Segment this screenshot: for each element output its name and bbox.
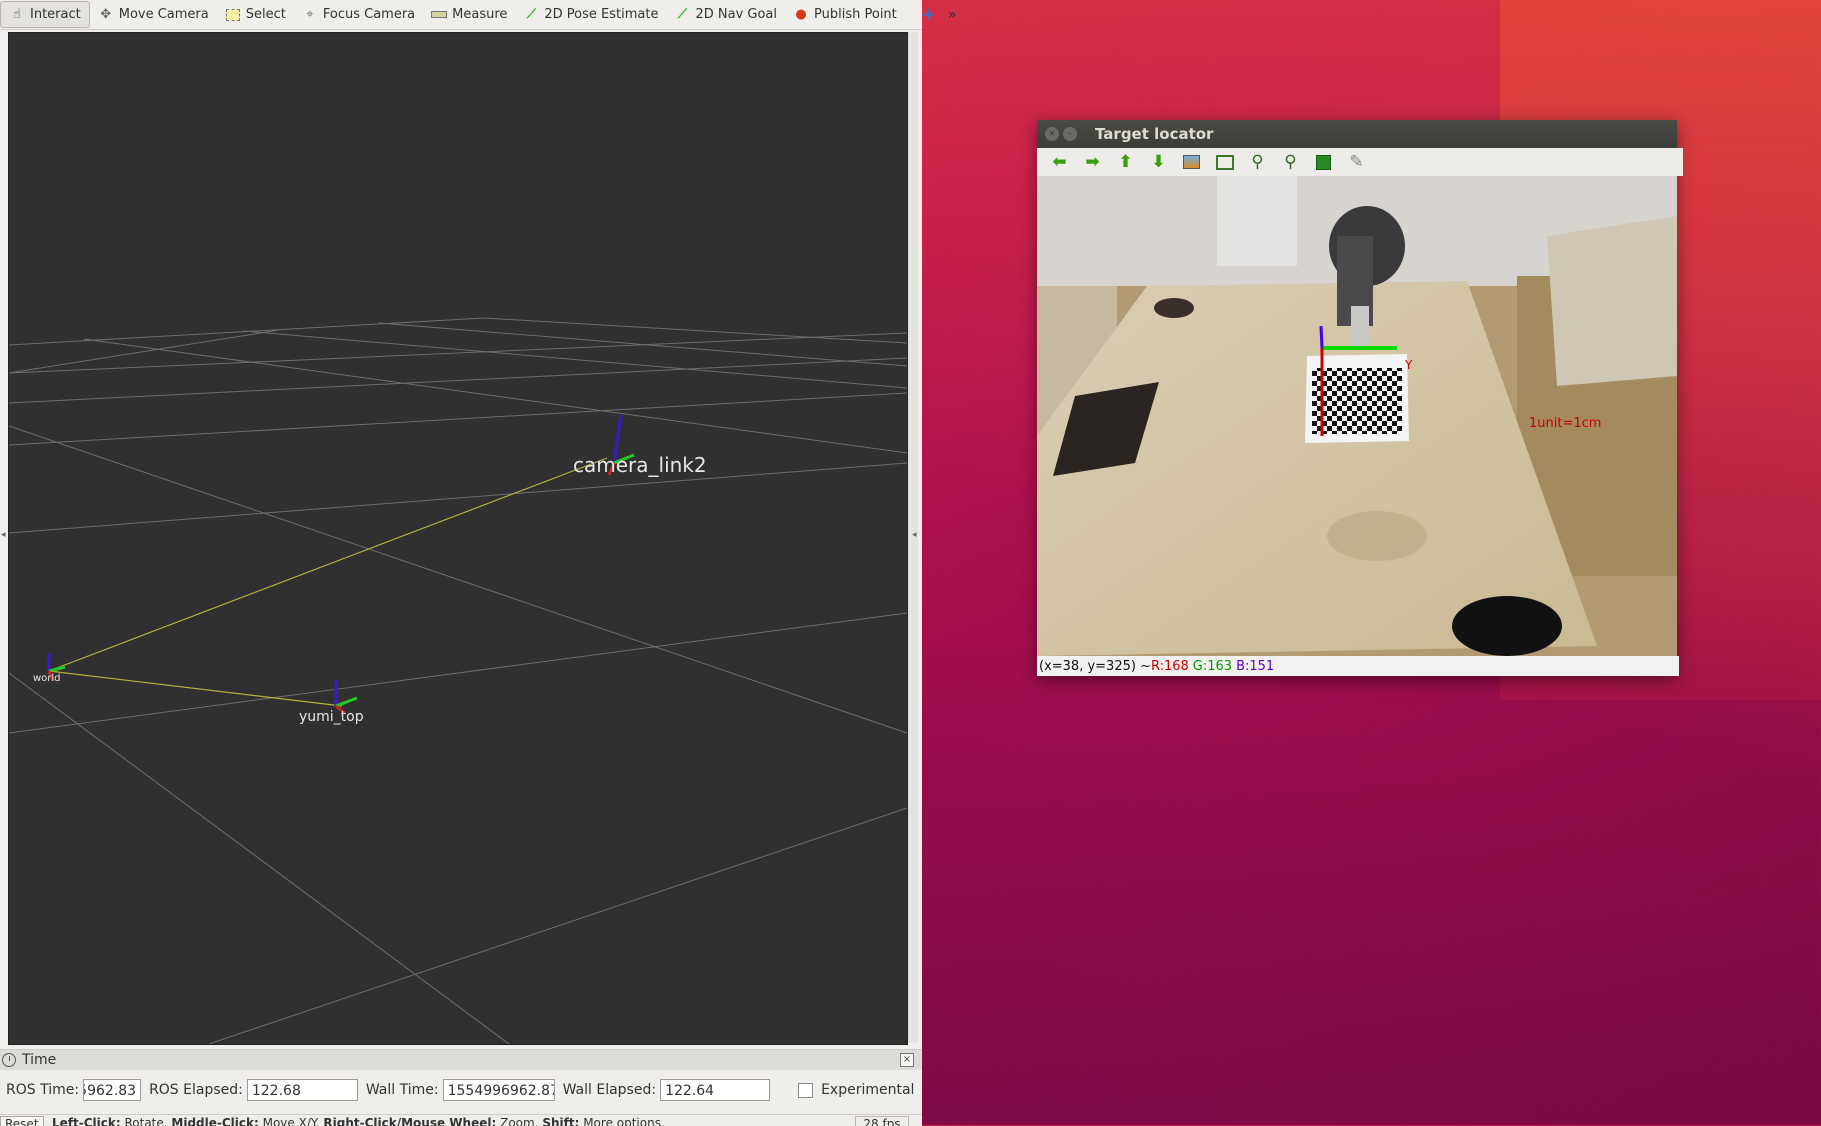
save-icon[interactable] <box>1307 150 1340 174</box>
ros-elapsed-label: ROS Elapsed: <box>149 1082 243 1098</box>
tool-publish-point[interactable]: ● Publish Point <box>785 1 905 28</box>
move-camera-icon: ✥ <box>100 7 112 22</box>
wall-time-label: Wall Time: <box>365 1082 439 1098</box>
grid <box>9 317 907 1044</box>
tool-label: Move Camera <box>118 7 209 22</box>
scale-label: 1unit=1cm <box>1529 416 1601 431</box>
desktop-facet <box>920 650 1821 1125</box>
map-pin-icon: ● <box>795 7 807 22</box>
3d-scene: camera_link2 world yumi_top <box>9 317 907 1044</box>
rviz-toolbar: ☝ Interact ✥ Move Camera Select ⌖ Focus … <box>0 0 956 30</box>
zoom-out-icon[interactable]: ⚲ <box>1274 150 1307 174</box>
tool-label: Publish Point <box>814 7 897 22</box>
close-icon[interactable]: × <box>1045 127 1059 141</box>
tool-label: Interact <box>30 7 81 22</box>
splitter-left-handle[interactable]: ◂ <box>1 530 6 540</box>
tool-label: Measure <box>452 7 508 22</box>
add-tool-button[interactable]: + <box>913 1 944 28</box>
ros-time-label: ROS Time: <box>6 1082 80 1098</box>
focus-camera-icon: ⌖ <box>306 7 314 22</box>
close-icon[interactable]: × <box>900 1053 914 1067</box>
status-bar: Reset Left-Click: Rotate. Middle-Click: … <box>0 1114 922 1126</box>
pixel-coords: (x=38, y=325) ~ <box>1039 658 1151 674</box>
wall-elapsed-label: Wall Elapsed: <box>562 1082 657 1098</box>
wall-time-field[interactable]: 1554996962.87 <box>442 1079 555 1101</box>
ros-elapsed-field[interactable]: 122.68 <box>246 1079 358 1101</box>
camera-image-view: Y 1unit=1cm <box>1037 176 1677 656</box>
time-fields-row: ROS Time: 5962.83 ROS Elapsed: 122.68 Wa… <box>0 1076 922 1104</box>
properties-icon[interactable]: ✎ <box>1340 150 1373 174</box>
select-box-icon <box>225 8 241 22</box>
ruler-icon <box>431 8 448 22</box>
rviz-window: ☝ Interact ✥ Move Camera Select ⌖ Focus … <box>0 0 956 1126</box>
plus-icon: + <box>920 4 936 25</box>
arrow-left-icon[interactable]: ⬅ <box>1043 150 1076 174</box>
frame-label-camera-link2: camera_link2 <box>573 453 707 477</box>
frame-label-yumi-top: yumi_top <box>299 709 364 725</box>
3d-viewport[interactable]: camera_link2 world yumi_top <box>8 32 908 1045</box>
time-panel-title: Time <box>22 1052 57 1068</box>
ros-time-field[interactable]: 5962.83 <box>83 1079 142 1101</box>
tool-move-camera[interactable]: ✥ Move Camera <box>90 1 217 28</box>
zoom-in-icon[interactable]: ⚲ <box>1241 150 1274 174</box>
experimental-label: Experimental <box>821 1082 915 1098</box>
clock-icon <box>2 1053 16 1067</box>
splitter-right-handle[interactable]: ◂ <box>912 530 917 540</box>
window-title: Target locator <box>1095 125 1214 143</box>
hand-cursor-icon: ☝ <box>13 7 21 22</box>
tool-select[interactable]: Select <box>217 1 294 28</box>
image-toolbar: ⬅ ➡ ⬆ ⬇ ⚲ ⚲ ✎ <box>1037 148 1683 176</box>
pixel-info-status: (x=38, y=325) ~ R:168 G:163 B:151 <box>1037 656 1679 676</box>
nav-goal-arrow-icon: ⟋ <box>677 7 688 22</box>
tool-interact[interactable]: ☝ Interact <box>0 1 90 28</box>
experimental-checkbox[interactable] <box>798 1082 814 1098</box>
pixel-green-value: G:163 <box>1192 658 1233 674</box>
minimize-icon[interactable]: – <box>1063 127 1077 141</box>
tool-label: 2D Nav Goal <box>695 7 778 22</box>
tool-2d-nav-goal[interactable]: ⟋ 2D Nav Goal <box>666 1 785 28</box>
arrow-up-icon[interactable]: ⬆ <box>1109 150 1142 174</box>
target-locator-window: × – Target locator ⬅ ➡ ⬆ ⬇ ⚲ ⚲ ✎ Y 1unit… <box>1037 120 1683 676</box>
tool-measure[interactable]: Measure <box>423 1 515 28</box>
image-icon[interactable] <box>1175 150 1208 174</box>
tool-2d-pose-estimate[interactable]: ⟋ 2D Pose Estimate <box>515 1 666 28</box>
arrow-down-icon[interactable]: ⬇ <box>1142 150 1175 174</box>
frame-label-world: world <box>33 673 61 684</box>
axis-label: Y <box>1404 358 1413 372</box>
camera-image[interactable]: Y 1unit=1cm <box>1037 176 1677 656</box>
pixel-blue-value: B:151 <box>1236 658 1275 674</box>
time-panel: Time × ROS Time: 5962.83 ROS Elapsed: 12… <box>0 1049 922 1115</box>
pose-arrow-icon: ⟋ <box>526 7 536 22</box>
zoom-region-icon[interactable] <box>1208 150 1241 174</box>
tool-label: Select <box>245 7 286 22</box>
arrow-right-icon[interactable]: ➡ <box>1076 150 1109 174</box>
tool-label: Focus Camera <box>322 7 416 22</box>
tool-label: 2D Pose Estimate <box>544 7 659 22</box>
window-titlebar[interactable]: × – Target locator <box>1037 120 1677 148</box>
tool-focus-camera[interactable]: ⌖ Focus Camera <box>294 1 423 28</box>
chevron-double-right-icon: » <box>947 6 957 23</box>
wall-elapsed-field[interactable]: 122.64 <box>660 1079 771 1101</box>
pixel-red-value: R:168 <box>1150 658 1189 674</box>
time-panel-header: Time × <box>0 1050 922 1070</box>
toolbar-overflow-button[interactable]: » <box>944 1 961 28</box>
tf-links <box>48 457 608 707</box>
